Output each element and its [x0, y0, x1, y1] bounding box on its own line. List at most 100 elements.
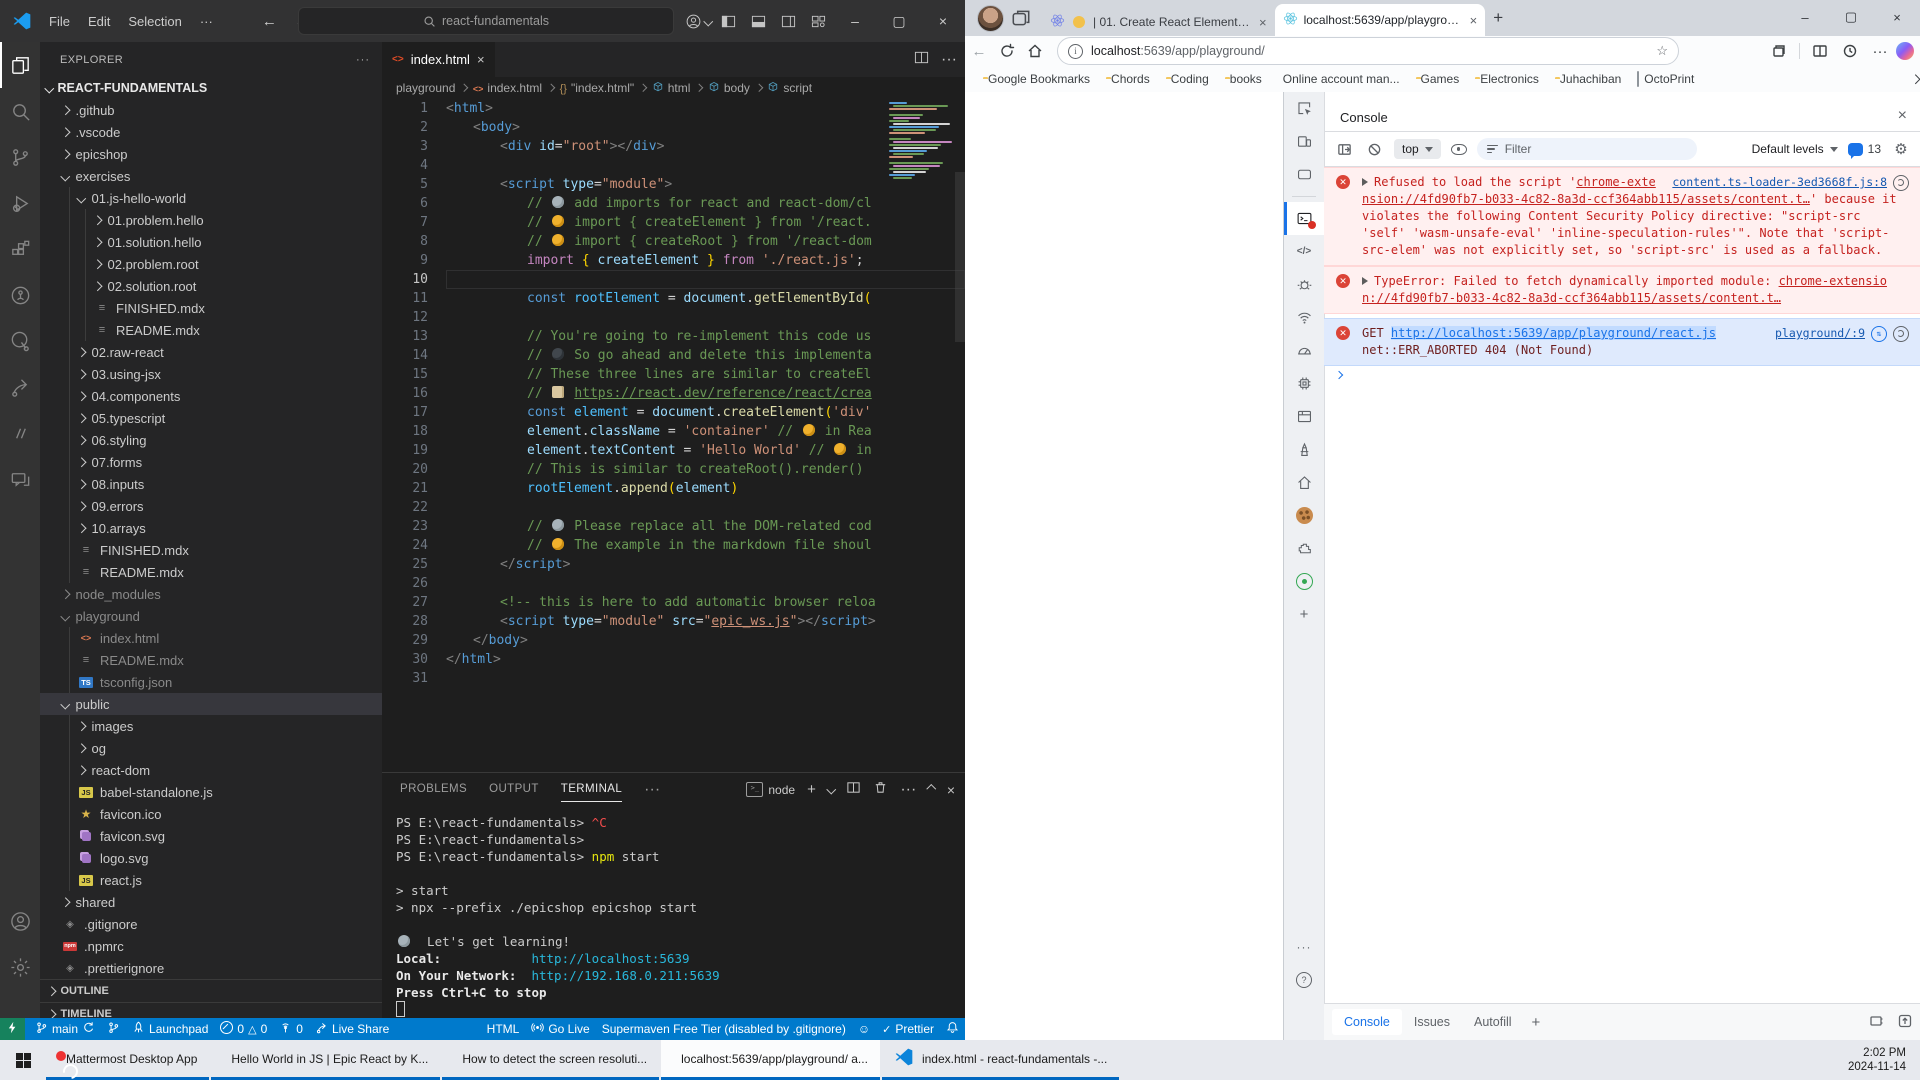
- section-outline[interactable]: OUTLINE: [40, 979, 382, 1002]
- panel-tab-terminal[interactable]: TERMINAL: [561, 777, 622, 802]
- new-terminal-icon[interactable]: +: [807, 781, 816, 798]
- account-menu-icon[interactable]: [683, 6, 713, 36]
- expand-triangle-icon[interactable]: [1362, 277, 1368, 285]
- status-0[interactable]: 0△0: [214, 1018, 273, 1040]
- tree-item-playground[interactable]: playground: [40, 605, 382, 627]
- split-terminal-icon[interactable]: [846, 780, 861, 800]
- back-icon[interactable]: ←: [965, 38, 993, 64]
- devtools-debugger-icon[interactable]: [1284, 268, 1324, 301]
- menu-[interactable]: ···: [191, 10, 222, 33]
- tree-item-images[interactable]: images: [40, 715, 382, 737]
- tree-item-05-typescript[interactable]: 05.typescript: [40, 407, 382, 429]
- tree-item-public[interactable]: public: [40, 693, 382, 715]
- devtools-home-icon[interactable]: [1284, 466, 1324, 499]
- devtools-device-emulation-icon[interactable]: [1284, 125, 1324, 158]
- refresh-icon[interactable]: [993, 38, 1021, 64]
- request-response-icon[interactable]: ⇅: [1871, 326, 1887, 342]
- tree-item-02-problem-root[interactable]: 02.problem.root: [40, 253, 382, 275]
- activity-test-explorer-icon[interactable]: [0, 318, 40, 364]
- history-back-icon[interactable]: ←: [262, 13, 277, 30]
- history-icon[interactable]: [1836, 38, 1864, 64]
- tree-item-07-forms[interactable]: 07.forms: [40, 451, 382, 473]
- site-info-icon[interactable]: i: [1068, 44, 1083, 59]
- activity-search-icon[interactable]: [0, 88, 40, 134]
- explorer-root-folder[interactable]: REACT-FUNDAMENTALS: [40, 77, 382, 99]
- tree-item--github[interactable]: .github: [40, 99, 382, 121]
- tree-item-node-modules[interactable]: node_modules: [40, 583, 382, 605]
- breadcrumb-indexhtml[interactable]: {}"index.html": [560, 81, 635, 95]
- breadcrumb-body[interactable]: body: [708, 81, 750, 96]
- source-link[interactable]: content.ts-loader-3ed3668f.js:8: [1672, 174, 1887, 191]
- tree-item--vscode[interactable]: .vscode: [40, 121, 382, 143]
- tree-item-01-solution-hello[interactable]: 01.solution.hello: [40, 231, 382, 253]
- tree-item-readme-mdx[interactable]: ≡README.mdx: [40, 319, 382, 341]
- activity-share-icon[interactable]: [0, 364, 40, 410]
- toggle-panel-icon[interactable]: [743, 6, 773, 36]
- bookmark-google-bookmarks[interactable]: Google Bookmarks: [975, 72, 1098, 86]
- close-panel-icon[interactable]: ×: [947, 782, 955, 798]
- devtools-sources-icon[interactable]: </>: [1284, 235, 1324, 268]
- tree-item-finished-mdx[interactable]: ≡FINISHED.mdx: [40, 539, 382, 561]
- panel-tab-problems[interactable]: PROBLEMS: [400, 777, 467, 802]
- tree-item--npmrc[interactable]: npm.npmrc: [40, 935, 382, 957]
- tree-item-02-solution-root[interactable]: 02.solution.root: [40, 275, 382, 297]
- vscode-minimize-button[interactable]: –: [833, 0, 877, 42]
- console-settings-icon[interactable]: ⚙: [1891, 139, 1911, 159]
- taskbar-app-mattermost[interactable]: Mattermost Desktop App: [46, 1040, 209, 1080]
- bookmark-games[interactable]: Games: [1408, 72, 1468, 86]
- activity-chat-icon[interactable]: [0, 456, 40, 502]
- drawer-tab-console[interactable]: Console: [1332, 1009, 1402, 1035]
- tree-item-og[interactable]: og: [40, 737, 382, 759]
- activity-live-share-icon[interactable]: [0, 272, 40, 318]
- copilot-explain-icon[interactable]: [1893, 175, 1909, 191]
- feedback-icon[interactable]: [1897, 1013, 1913, 1032]
- split-screen-icon[interactable]: [1806, 38, 1834, 64]
- tree-item-01-problem-hello[interactable]: 01.problem.hello: [40, 209, 382, 231]
- breadcrumb-indexhtml[interactable]: <>index.html: [473, 81, 542, 95]
- workspaces-icon[interactable]: [1010, 7, 1032, 29]
- tab-close-icon[interactable]: ×: [1259, 15, 1267, 30]
- tree-item-03-using-jsx[interactable]: 03.using-jsx: [40, 363, 382, 385]
- panel-more-icon[interactable]: ···: [644, 781, 660, 799]
- tree-item-babel-standalone-js[interactable]: JSbabel-standalone.js: [40, 781, 382, 803]
- activity-extensions-icon[interactable]: [0, 226, 40, 272]
- console-filter-input[interactable]: Filter: [1477, 138, 1697, 160]
- devtools-network-icon[interactable]: [1284, 301, 1324, 334]
- javascript-context-dropdown[interactable]: top: [1394, 139, 1441, 159]
- devtools-surface-icon[interactable]: [1284, 158, 1324, 191]
- browser-maximize-button[interactable]: ▢: [1828, 0, 1874, 34]
- tree-item-01-js-hello-world[interactable]: 01.js-hello-world: [40, 187, 382, 209]
- console-network-error[interactable]: ✕playground/:9⇅GET http://localhost:5639…: [1324, 318, 1920, 366]
- console-error-message[interactable]: ✕content.ts-loader-3ed3668f.js:8Refused …: [1324, 167, 1920, 266]
- taskbar-app-edge[interactable]: How to detect the screen resoluti...: [442, 1040, 659, 1080]
- kill-terminal-icon[interactable]: [873, 780, 888, 800]
- status-prettier[interactable]: ✓Prettier: [876, 1018, 940, 1040]
- live-expression-icon[interactable]: [1451, 144, 1467, 155]
- editor-scrollbar[interactable]: [955, 172, 965, 342]
- tree-item-finished-mdx[interactable]: ≡FINISHED.mdx: [40, 297, 382, 319]
- activity-supermaven-icon[interactable]: [0, 410, 40, 456]
- devtools-help-icon[interactable]: ?: [1284, 963, 1324, 996]
- bookmark-books[interactable]: books: [1217, 72, 1270, 86]
- browser-tab-1[interactable]: | 01. Create React Elements | 0×: [1042, 8, 1275, 36]
- collections-icon[interactable]: [1765, 38, 1793, 64]
- editor-more-actions-icon[interactable]: ···: [941, 51, 957, 69]
- devtools-detached-elements-icon[interactable]: [1284, 565, 1324, 598]
- status-go-live[interactable]: Go Live: [525, 1018, 595, 1040]
- status-bell[interactable]: [940, 1018, 965, 1040]
- breadcrumb-script[interactable]: script: [767, 81, 812, 96]
- status-0[interactable]: 0: [273, 1018, 309, 1040]
- page-content[interactable]: [965, 92, 1283, 1040]
- tab-close-icon[interactable]: ×: [477, 52, 485, 67]
- account-icon[interactable]: [0, 898, 40, 944]
- tree-item-02-raw-react[interactable]: 02.raw-react: [40, 341, 382, 363]
- tree-item-09-errors[interactable]: 09.errors: [40, 495, 382, 517]
- section-timeline[interactable]: TIMELINE: [40, 1002, 382, 1018]
- start-button[interactable]: [0, 1040, 46, 1080]
- terminal-more-icon[interactable]: ···: [900, 781, 916, 799]
- tree-item-favicon-svg[interactable]: favicon.svg: [40, 825, 382, 847]
- menu-selection[interactable]: Selection: [119, 10, 190, 33]
- bookmark-juhachiban[interactable]: Juhachiban: [1547, 72, 1629, 86]
- source-link[interactable]: playground/:9: [1775, 325, 1865, 342]
- tree-item--gitignore[interactable]: ◈.gitignore: [40, 913, 382, 935]
